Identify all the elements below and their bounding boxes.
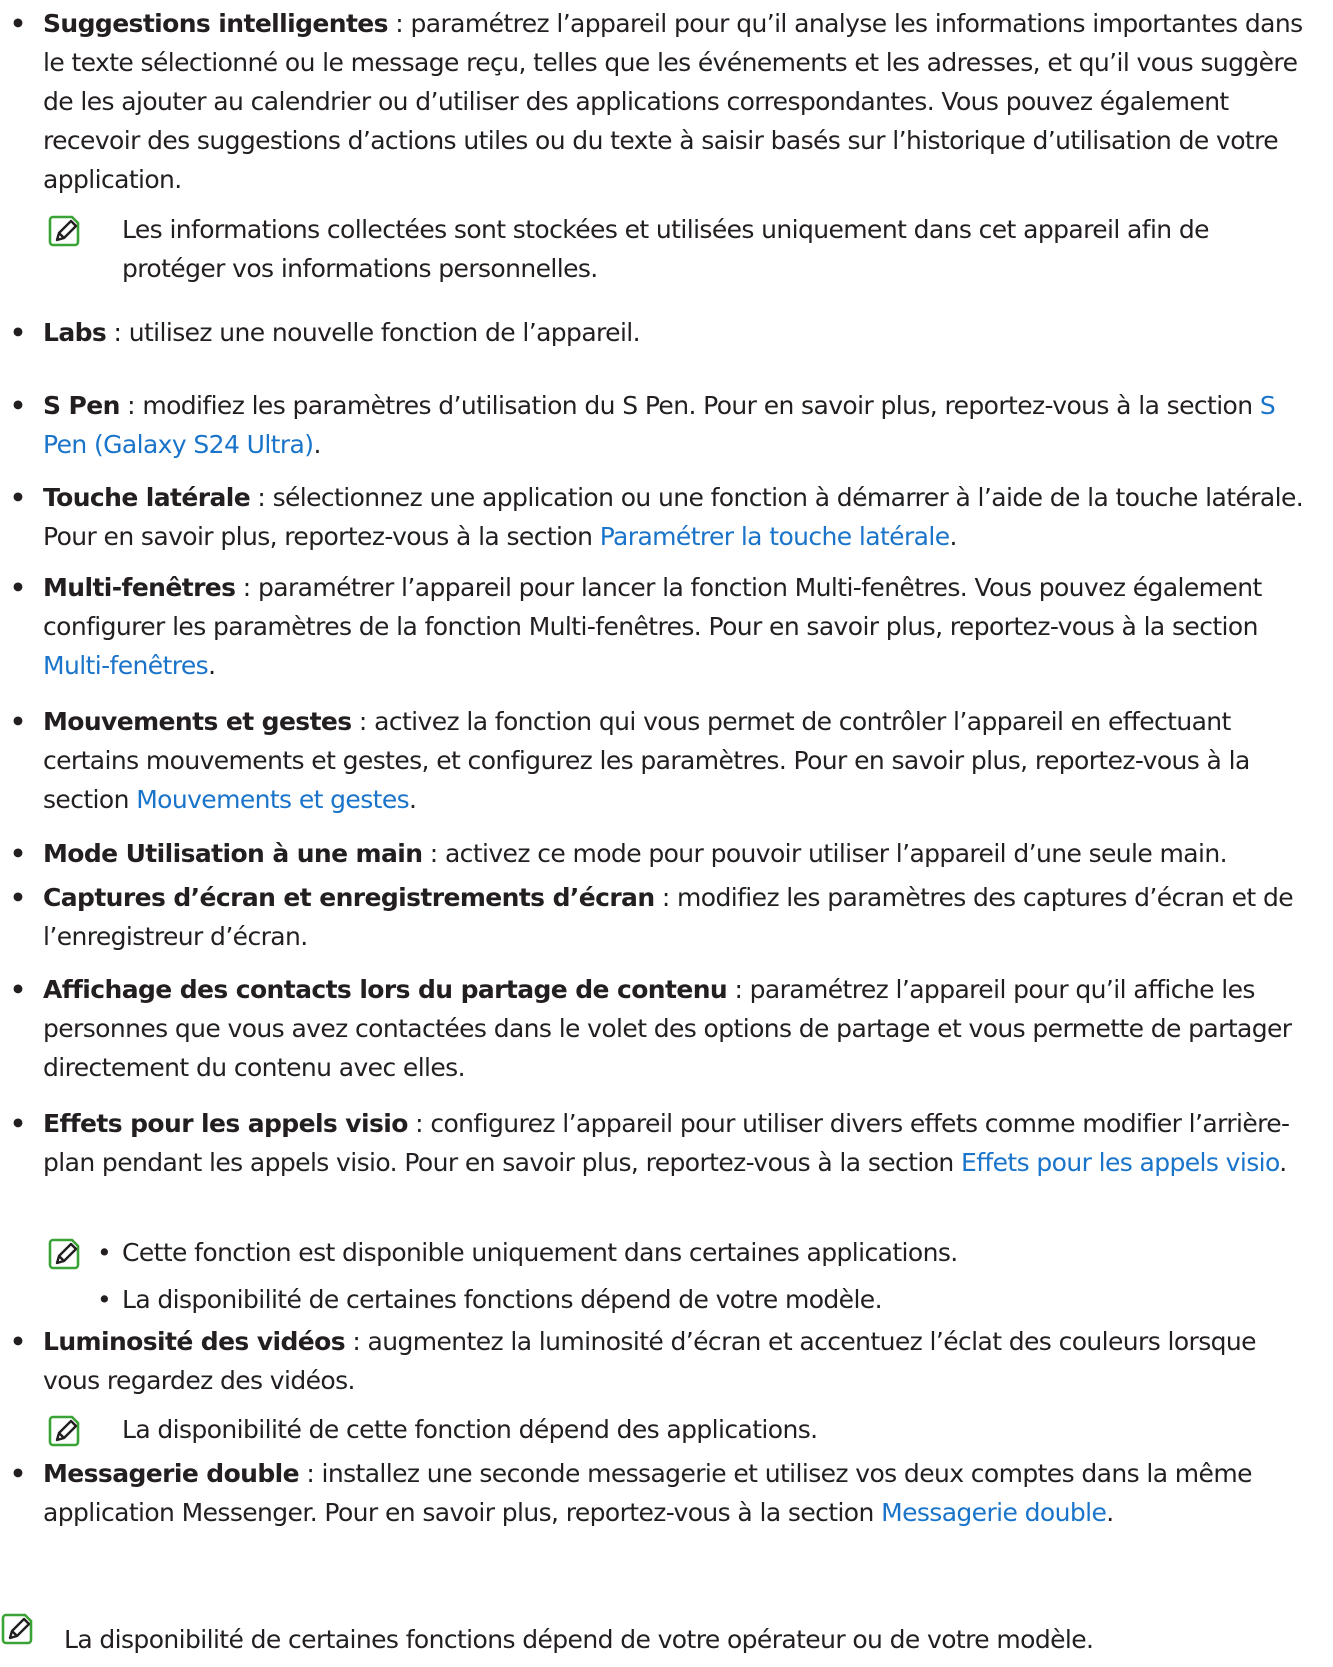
item-period: . xyxy=(1106,1498,1114,1527)
info-note: Les informations collectées sont stockée… xyxy=(0,210,1309,288)
bullet-marker: • xyxy=(10,883,26,912)
note-text: Les informations collectées sont stockée… xyxy=(122,215,1210,283)
item-period: . xyxy=(208,651,216,680)
item-text: Mouvements et gestes : activez la foncti… xyxy=(43,707,1250,814)
note-list: • Cette fonction est disponible uniquemen… xyxy=(87,1233,1309,1319)
section-link[interactable]: Paramétrer la touche latérale xyxy=(600,522,950,551)
list-item: • Mode Utilisation à une main : activez c… xyxy=(0,834,1309,873)
item-text: Effets pour les appels visio : configure… xyxy=(43,1109,1290,1177)
bullet-marker: • xyxy=(10,975,26,1004)
section-link[interactable]: Mouvements et gestes xyxy=(136,785,409,814)
item-term: Mode Utilisation à une main xyxy=(43,839,423,868)
item-period: . xyxy=(409,785,417,814)
info-note: • Cette fonction est disponible uniquemen… xyxy=(0,1233,1309,1319)
note-pencil-icon xyxy=(47,1237,81,1271)
item-term: Labs xyxy=(43,318,107,347)
bullet-marker: • xyxy=(97,1285,112,1314)
item-term: Affichage des contacts lors du partage d… xyxy=(43,975,728,1004)
item-period: . xyxy=(313,430,321,459)
section-link[interactable]: Multi-fenêtres xyxy=(43,651,209,680)
bullet-marker: • xyxy=(10,1459,26,1488)
item-term: Suggestions intelligentes xyxy=(43,9,389,38)
bullet-marker: • xyxy=(10,839,26,868)
section-link[interactable]: Messagerie double xyxy=(881,1498,1107,1527)
item-period: . xyxy=(1279,1148,1287,1177)
item-period: . xyxy=(949,522,957,551)
note-pencil-icon xyxy=(0,1612,34,1646)
item-text: Messagerie double : installez une second… xyxy=(43,1459,1252,1527)
item-text: Multi-fenêtres : paramétrer l’appareil p… xyxy=(43,573,1262,680)
item-term: Captures d’écran et enregistrements d’éc… xyxy=(43,883,655,912)
footer-note-text: La disponibilité de certaines fonctions … xyxy=(64,1625,1094,1654)
list-item: • Luminosité des vidéos : augmentez la lu… xyxy=(0,1322,1309,1400)
item-description: : activez ce mode pour pouvoir utiliser … xyxy=(422,839,1228,868)
item-text: Suggestions intelligentes : paramétrez l… xyxy=(43,9,1303,194)
info-note: La disponibilité de cette fonction dépen… xyxy=(0,1410,1309,1449)
bullet-marker: • xyxy=(10,707,26,736)
bullet-marker: • xyxy=(10,573,26,602)
item-text: Luminosité des vidéos : augmentez la lum… xyxy=(43,1327,1257,1395)
footer-note: La disponibilité de certaines fonctions … xyxy=(0,1613,1309,1659)
item-text: S Pen : modifiez les paramètres d’utilis… xyxy=(43,391,1276,459)
item-term: Effets pour les appels visio xyxy=(43,1109,408,1138)
bullet-marker: • xyxy=(10,318,26,347)
list-item: • Effets pour les appels visio : configur… xyxy=(0,1104,1309,1182)
list-item: • Captures d’écran et enregistrements d’é… xyxy=(0,878,1309,956)
bullet-marker: • xyxy=(10,1327,26,1356)
item-term: Mouvements et gestes xyxy=(43,707,352,736)
list-item: • Suggestions intelligentes : paramétrez … xyxy=(0,4,1309,199)
item-text: Captures d’écran et enregistrements d’éc… xyxy=(43,883,1294,951)
list-item: • Touche latérale : sélectionnez une appl… xyxy=(0,478,1309,556)
bullet-marker: • xyxy=(10,483,26,512)
bullet-marker: • xyxy=(10,391,26,420)
note-pencil-icon xyxy=(47,214,81,248)
bullet-marker: • xyxy=(10,1109,26,1138)
note-list-item: • Cette fonction est disponible uniquemen… xyxy=(87,1233,1309,1272)
item-term: S Pen xyxy=(43,391,120,420)
item-term: Messagerie double xyxy=(43,1459,300,1488)
note-text: La disponibilité de cette fonction dépen… xyxy=(122,1415,818,1444)
bullet-marker: • xyxy=(97,1238,112,1267)
section-link[interactable]: Effets pour les appels visio xyxy=(961,1148,1280,1177)
list-item: • S Pen : modifiez les paramètres d’utili… xyxy=(0,386,1309,464)
bullet-marker: • xyxy=(10,9,26,38)
item-text: Affichage des contacts lors du partage d… xyxy=(43,975,1292,1082)
list-item: • Multi-fenêtres : paramétrer l’appareil … xyxy=(0,568,1309,685)
document-page: • Suggestions intelligentes : paramétrez … xyxy=(0,0,1333,1667)
list-item: • Labs : utilisez une nouvelle fonction d… xyxy=(0,313,1309,352)
list-item: • Messagerie double : installez une secon… xyxy=(0,1454,1309,1532)
note-list-text: Cette fonction est disponible uniquement… xyxy=(122,1238,958,1267)
list-item: • Mouvements et gestes : activez la fonct… xyxy=(0,702,1309,819)
note-pencil-icon xyxy=(47,1414,81,1448)
item-text: Mode Utilisation à une main : activez ce… xyxy=(43,839,1228,868)
item-text: Touche latérale : sélectionnez une appli… xyxy=(43,483,1304,551)
item-term: Luminosité des vidéos xyxy=(43,1327,346,1356)
item-description: : modifiez les paramètres d’utilisation … xyxy=(119,391,1260,420)
item-term: Multi-fenêtres xyxy=(43,573,236,602)
item-term: Touche latérale xyxy=(43,483,251,512)
item-text: Labs : utilisez une nouvelle fonction de… xyxy=(43,318,641,347)
note-list-text: La disponibilité de certaines fonctions … xyxy=(122,1285,883,1314)
list-item: • Affichage des contacts lors du partage … xyxy=(0,970,1309,1087)
item-description: : utilisez une nouvelle fonction de l’ap… xyxy=(106,318,641,347)
note-list-item: • La disponibilité de certaines fonctions… xyxy=(87,1280,1309,1319)
